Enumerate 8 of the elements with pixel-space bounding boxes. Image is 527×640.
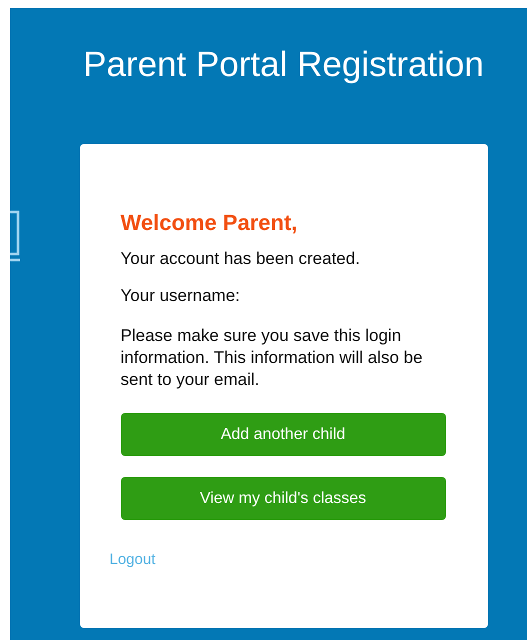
- page-title: Parent Portal Registration: [83, 45, 484, 85]
- notice-text: Please make sure you save this login information. This information will also be sent to your email.: [120, 325, 424, 391]
- action-button[interactable]: View my child's classes: [120, 477, 446, 520]
- logout-link[interactable]: Logout: [110, 550, 156, 570]
- welcome-heading: Welcome Parent,: [120, 210, 298, 236]
- action-button[interactable]: Add another child: [120, 413, 446, 456]
- username-label: Your username:: [120, 285, 241, 307]
- account-message: Your account has been created.: [120, 248, 361, 270]
